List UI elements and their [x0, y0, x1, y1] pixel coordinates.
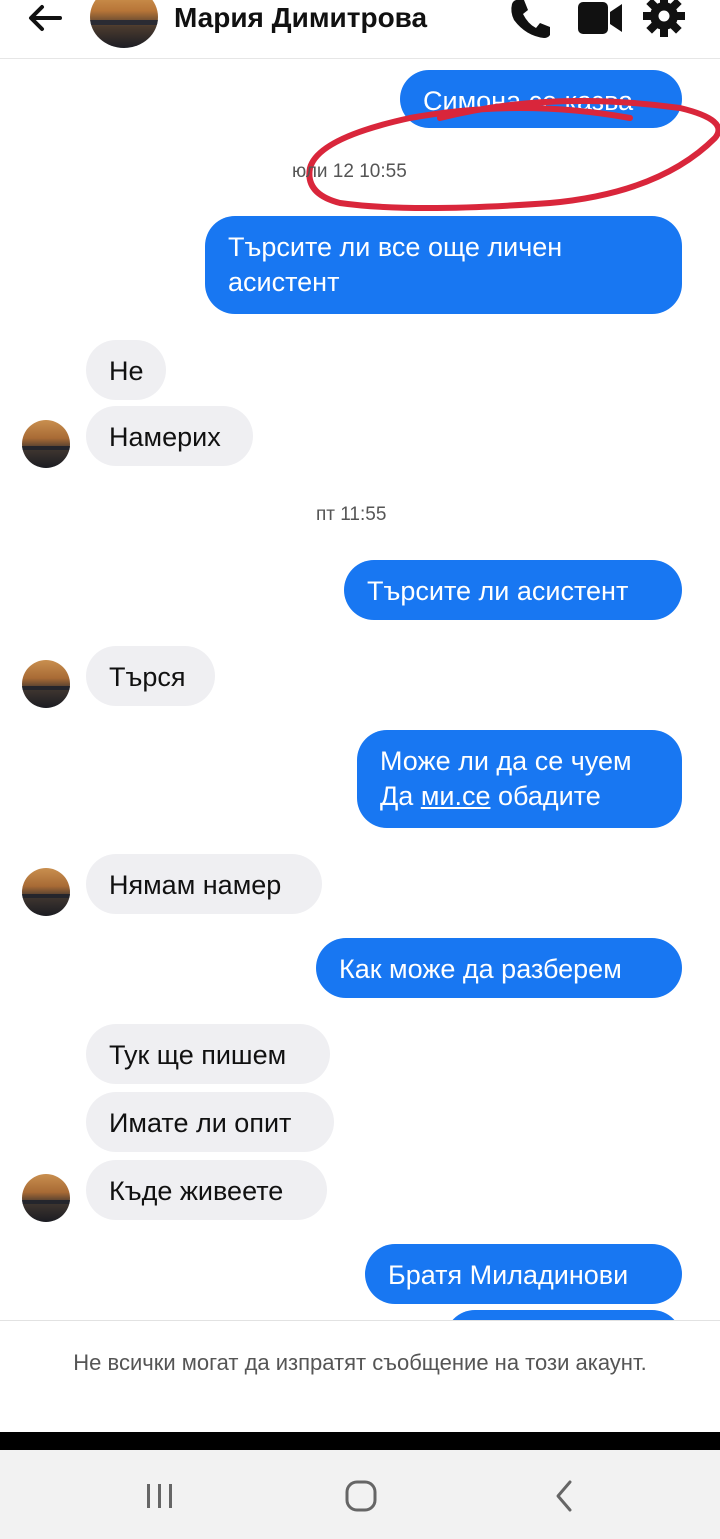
sender-avatar[interactable]	[22, 868, 70, 916]
sender-avatar[interactable]	[22, 660, 70, 708]
home-icon[interactable]	[330, 1474, 390, 1518]
message-text: Имате ли опит	[109, 1108, 292, 1138]
sender-avatar[interactable]	[22, 420, 70, 468]
divider-bar	[0, 1432, 720, 1450]
phone-number-link[interactable]: ми.се	[421, 781, 491, 811]
message-incoming[interactable]: Тук ще пишем	[86, 1024, 330, 1084]
sender-avatar[interactable]	[22, 1174, 70, 1222]
timestamp: юли 12 10:55	[292, 161, 407, 182]
notice-text: Не всички могат да изпратят съобщение на…	[73, 1350, 647, 1375]
video-camera-icon[interactable]	[576, 0, 622, 38]
message-text: Как може да разберем	[339, 954, 622, 984]
message-outgoing[interactable]: Може ли да се чуем Да ми.се обадите	[357, 730, 682, 828]
message-text: Къде живеете	[109, 1176, 284, 1206]
message-text: Братя Миладинови	[388, 1260, 629, 1290]
back-arrow-icon[interactable]	[22, 0, 70, 40]
message-incoming[interactable]: Нямам намер	[86, 854, 322, 914]
message-incoming[interactable]: Не	[86, 340, 166, 400]
gear-icon[interactable]	[642, 0, 686, 38]
timestamp: пт 11:55	[316, 504, 387, 525]
message-text: Не	[109, 356, 144, 386]
message-outgoing[interactable]: Търсите ли асистент	[344, 560, 682, 620]
message-outgoing-partial[interactable]	[445, 1310, 682, 1320]
phone-icon[interactable]	[508, 0, 552, 38]
chat-header: Мария Димитрова	[0, 0, 720, 59]
message-outgoing[interactable]: Търсите ли все още личен асистент	[205, 216, 682, 314]
message-text: обадите	[490, 781, 601, 811]
message-text: Нямам намер	[109, 870, 282, 900]
message-incoming[interactable]: Търся	[86, 646, 215, 706]
message-incoming[interactable]: Намерих	[86, 406, 253, 466]
message-text: Тук ще пишем	[109, 1040, 287, 1070]
message-list[interactable]: Симона се казва юли 12 10:55 Търсите ли …	[0, 58, 720, 1320]
message-text: Търся	[109, 662, 186, 692]
message-text: Намерих	[109, 422, 221, 452]
message-text-line: Да ми.се обадите	[380, 779, 659, 814]
back-icon[interactable]	[534, 1474, 594, 1518]
message-incoming[interactable]: Имате ли опит	[86, 1092, 334, 1152]
message-text-line: Търсите ли все още личен	[228, 232, 563, 262]
recent-apps-icon[interactable]	[130, 1474, 190, 1518]
contact-name[interactable]: Мария Димитрова	[174, 2, 427, 34]
message-text: Търсите ли асистент	[367, 576, 629, 606]
message-incoming[interactable]: Къде живеете	[86, 1160, 327, 1220]
system-navigation-bar	[0, 1450, 720, 1539]
messaging-restricted-notice: Не всички могат да изпратят съобщение на…	[0, 1320, 720, 1433]
message-text-line: асистент	[228, 267, 340, 297]
message-outgoing[interactable]: Братя Миладинови	[365, 1244, 682, 1304]
contact-avatar[interactable]	[90, 0, 158, 48]
message-text-line: Може ли да се чуем	[380, 746, 632, 776]
message-text: Да	[380, 781, 421, 811]
message-outgoing[interactable]: Как може да разберем	[316, 938, 682, 998]
